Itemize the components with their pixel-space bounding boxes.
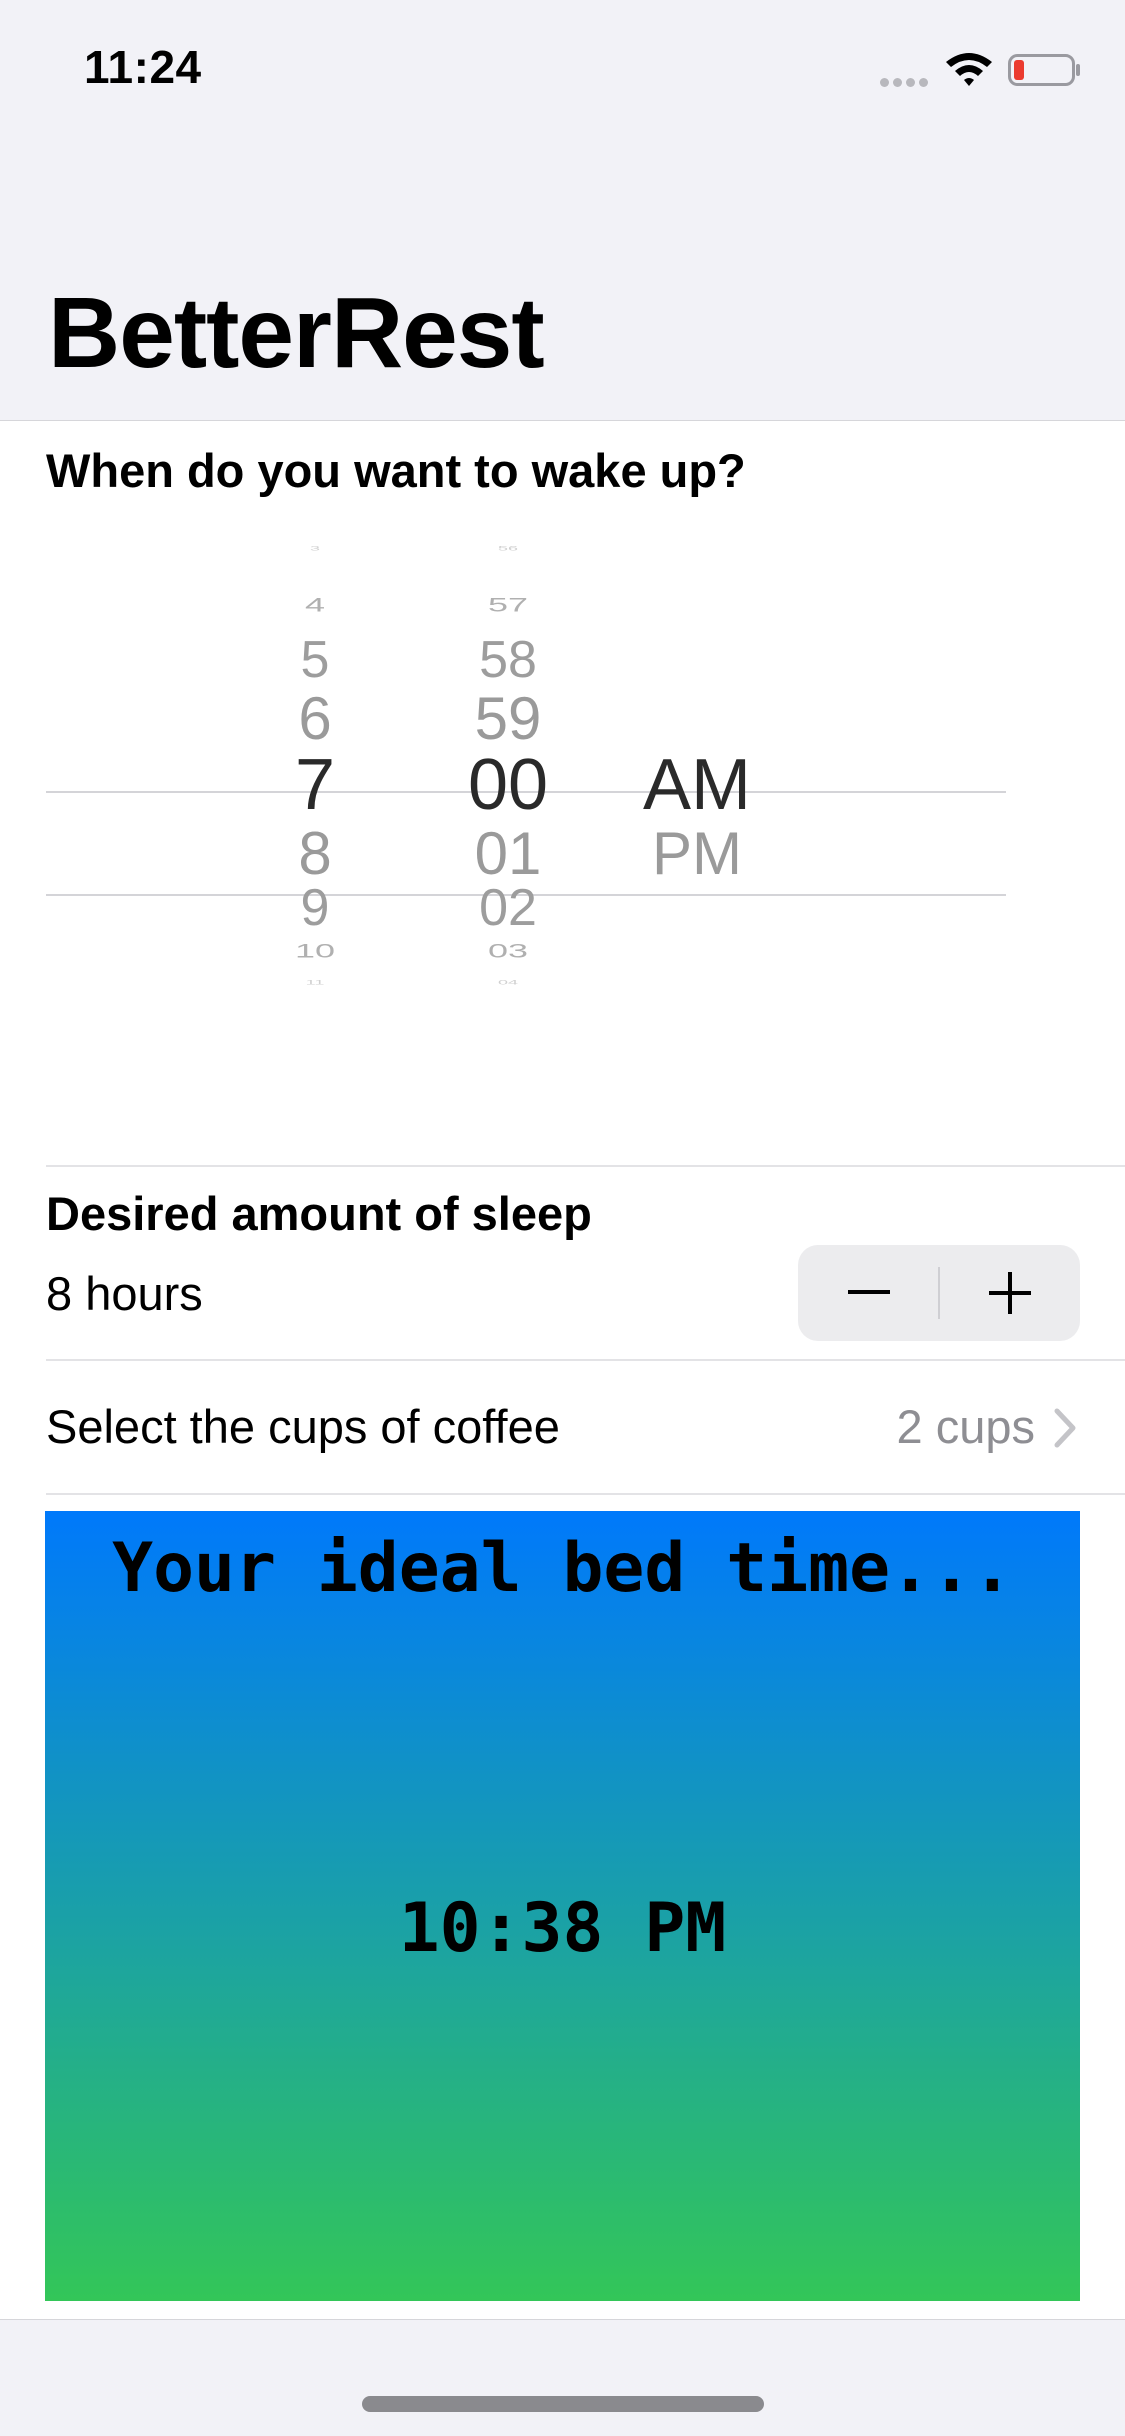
section-divider (46, 1493, 1125, 1495)
picker-period-option[interactable]: PM (652, 819, 742, 888)
signal-dots-icon (880, 74, 932, 92)
sleep-amount-label: Desired amount of sleep (46, 1187, 592, 1240)
picker-minute-option[interactable]: 00 (468, 744, 548, 826)
status-bar: 11:24 (0, 0, 1125, 140)
chevron-right-icon (1054, 1408, 1076, 1448)
picker-minute-option[interactable]: 02 (479, 878, 537, 938)
bedtime-result-card: Your ideal bed time... 10:38 PM (45, 1511, 1080, 2301)
picker-minute-option[interactable]: 03 (488, 939, 528, 962)
picker-hour-option[interactable]: 6 (298, 684, 331, 753)
picker-minute-option[interactable]: 57 (488, 593, 528, 616)
picker-minute-option[interactable]: 04 (498, 979, 518, 986)
picker-period-option[interactable]: AM (643, 744, 751, 826)
result-bedtime: 10:38 PM (398, 1889, 727, 1968)
stepper-increment-button[interactable] (939, 1245, 1080, 1341)
picker-hour-option[interactable]: 10 (295, 939, 335, 962)
sleep-amount-stepper[interactable] (798, 1245, 1080, 1341)
sleep-amount-value: 8 hours (46, 1267, 203, 1320)
coffee-picker-row[interactable]: Select the cups of coffee 2 cups (0, 1361, 1125, 1491)
coffee-value: 2 cups (896, 1400, 1035, 1453)
result-title: Your ideal bed time... (112, 1529, 1013, 1608)
picker-hour-option[interactable]: 5 (301, 630, 330, 690)
status-time: 11:24 (84, 41, 202, 93)
wake-up-label: When do you want to wake up? (46, 444, 746, 497)
picker-minute-option[interactable]: 59 (475, 684, 542, 753)
picker-hour-option[interactable]: 9 (301, 878, 330, 938)
picker-hour-option[interactable]: 3 (310, 545, 320, 552)
wake-time-picker[interactable]: 3 56 4 57 5 58 6 59 7 00 AM 8 01 PM 9 02 10 03 11 04 (0, 545, 1125, 1096)
battery-low-icon (1008, 54, 1080, 86)
picker-hour-option[interactable]: 4 (305, 593, 325, 616)
stepper-decrement-button[interactable] (798, 1245, 939, 1341)
form-panel: When do you want to wake up? 3 56 4 57 5 58 6 5… (0, 420, 1125, 2320)
wifi-icon (946, 53, 992, 86)
plus-icon (988, 1272, 1031, 1314)
picker-minute-option[interactable]: 56 (498, 545, 518, 552)
page-title: BetterRest (48, 277, 545, 389)
picker-hour-option[interactable]: 11 (306, 979, 325, 986)
coffee-label: Select the cups of coffee (46, 1400, 560, 1453)
minus-icon (847, 1290, 890, 1294)
home-indicator[interactable] (362, 2396, 764, 2412)
picker-hour-option[interactable]: 7 (295, 744, 335, 826)
section-divider (46, 1165, 1125, 1167)
picker-minute-option[interactable]: 58 (479, 630, 537, 690)
